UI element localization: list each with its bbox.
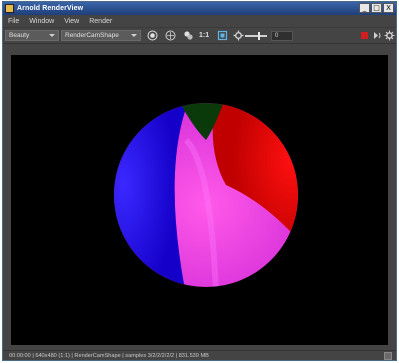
exposure-slider-handle[interactable] [258,32,260,40]
frame-fit-icon[interactable] [217,30,228,41]
chevron-down-icon [49,34,55,37]
refresh-icon[interactable] [371,30,382,41]
rendered-sphere-image [114,103,298,287]
exposure-gear-icon[interactable] [233,30,244,41]
menu-render[interactable]: Render [84,18,117,25]
chevron-down-icon [131,34,137,37]
color-channel-icon[interactable] [183,30,194,41]
menu-view[interactable]: View [59,18,84,25]
stop-render-icon[interactable] [359,30,370,41]
ratio-button[interactable]: 1:1 [199,31,209,40]
crop-region-icon[interactable] [165,30,176,41]
status-bar: 00:00:00 | 640x480 (1:1) | RenderCamShap… [3,350,396,360]
record-icon[interactable] [147,30,158,41]
exposure-slider[interactable] [245,35,267,37]
camera-dropdown[interactable]: RenderCamShape [61,30,141,41]
exposure-value-field[interactable]: 0 [271,31,293,41]
menu-file[interactable]: File [3,18,24,25]
window-controls: _ □ X [359,3,394,13]
settings-gear-icon[interactable] [384,30,395,41]
minimize-button[interactable]: _ [359,3,370,13]
menu-window[interactable]: Window [24,18,59,25]
aov-dropdown[interactable]: Beauty [5,30,59,41]
status-settings-icon[interactable] [384,352,392,360]
render-viewport[interactable] [11,55,388,345]
title-bar: Arnold RenderView _ □ X [3,2,396,15]
status-text: 00:00:00 | 640x480 (1:1) | RenderCamShap… [9,353,209,359]
camera-dropdown-value: RenderCamShape [65,32,119,39]
toolbar: Beauty RenderCamShape 1:1 0 [3,28,396,44]
window-title: Arnold RenderView [17,5,84,12]
maximize-button[interactable]: □ [371,3,382,13]
aov-dropdown-value: Beauty [9,32,30,39]
arnold-app-icon [5,4,14,13]
menu-bar: File Window View Render [3,15,396,28]
close-button[interactable]: X [383,3,394,13]
render-view-window: Arnold RenderView _ □ X File Window View… [2,1,397,361]
